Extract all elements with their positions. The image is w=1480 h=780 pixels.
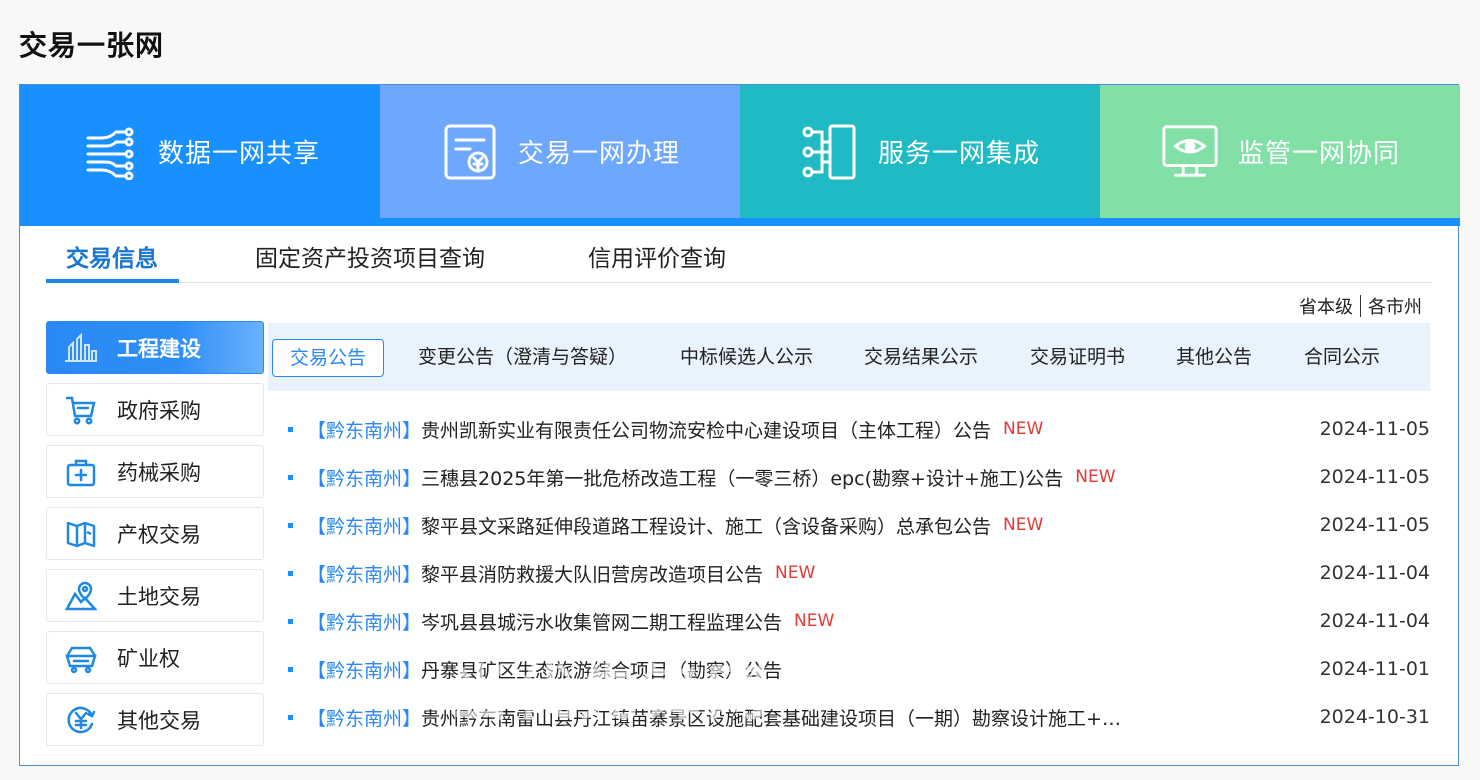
bullet-icon (288, 666, 293, 672)
banner-supervision[interactable]: 监管一网协同 (1100, 85, 1460, 218)
sidebar-item-mining[interactable]: 矿业权 (46, 631, 264, 684)
yuan-circle-icon (61, 700, 101, 740)
news-date: 2024-10-31 (1319, 706, 1430, 728)
main-tabs: 交易信息 固定资产投资项目查询 信用评价查询 (46, 227, 1432, 283)
page-title: 交易一张网 (19, 29, 165, 62)
sidebar-item-gov-procurement[interactable]: 政府采购 (46, 383, 264, 436)
sidebar-item-land[interactable]: 土地交易 (46, 569, 264, 622)
subtab-certificate[interactable]: 交易证明书 (1030, 339, 1125, 377)
subtab-candidate-notice[interactable]: 中标候选人公示 (680, 339, 813, 377)
new-badge: NEW (1003, 515, 1044, 535)
tab-trading-info[interactable]: 交易信息 (66, 239, 158, 273)
category-sidebar: 工程建设 政府采购 药械采购 产权交易 土地交易 矿业权 其他交易 (46, 321, 264, 755)
subtab-contract-notice[interactable]: 合同公示 (1304, 339, 1380, 377)
news-item[interactable]: 【黔东南州】 黎平县消防救援大队旧营房改造项目公告 NEW 2024-11-04 (280, 549, 1430, 597)
banner-label: 交易一网办理 (518, 139, 681, 169)
sidebar-item-property-rights[interactable]: 产权交易 (46, 507, 264, 560)
active-tab-indicator (46, 279, 179, 283)
transaction-doc-icon (440, 122, 500, 182)
property-book-icon (61, 514, 101, 554)
sidebar-label: 产权交易 (117, 522, 201, 547)
news-region: 【黔东南州】 (307, 563, 422, 586)
sidebar-label: 矿业权 (117, 646, 180, 671)
news-title[interactable]: 三穗县2025年第一批危桥改造工程（一零三桥）epc(勘察+设计+施工)公告 (421, 464, 1063, 491)
bullet-icon (288, 618, 293, 624)
news-date: 2024-11-04 (1319, 562, 1430, 584)
subtab-other-notice[interactable]: 其他公告 (1176, 339, 1252, 377)
news-region: 【黔东南州】 (307, 467, 422, 490)
news-item[interactable]: 【黔东南州】 黎平县文采路延伸段道路工程设计、施工（含设备采购）总承包公告 NE… (280, 501, 1430, 549)
tab-credit-query[interactable]: 信用评价查询 (588, 239, 726, 273)
news-date: 2024-11-04 (1319, 610, 1430, 632)
news-item[interactable]: 【黔东南州】 丹寨县矿区生态旅游综合项目（勘察）公告 2024-11-01 (280, 645, 1430, 693)
banner-transaction[interactable]: 交易一网办理 (380, 85, 740, 218)
new-badge: NEW (775, 563, 816, 583)
news-title[interactable]: 贵州凯新实业有限责任公司物流安检中心建设项目（主体工程）公告 (421, 416, 991, 443)
news-list: 【黔东南州】 贵州凯新实业有限责任公司物流安检中心建设项目（主体工程）公告 NE… (280, 405, 1430, 741)
sidebar-label: 工程建设 (117, 336, 201, 361)
level-cities-link[interactable]: 各市州 (1368, 293, 1422, 319)
sidebar-label: 其他交易 (117, 708, 201, 733)
medical-kit-icon (61, 452, 101, 492)
tab-fixed-asset-query[interactable]: 固定资产投资项目查询 (255, 239, 485, 273)
mining-cart-icon (61, 638, 101, 678)
trading-panel: 数据一网共享 交易一网办理 服务一网集成 监管一网协同 交易信息 固定资产投资项… (19, 84, 1460, 766)
news-region: 【黔东南州】 (307, 611, 422, 634)
level-divider (1360, 295, 1361, 317)
service-integration-icon (800, 122, 860, 182)
sidebar-item-other[interactable]: 其他交易 (46, 693, 264, 746)
news-region: 【黔东南州】 (307, 419, 422, 442)
news-region: 【黔东南州】 (307, 707, 422, 730)
news-region: 【黔东南州】 (307, 659, 422, 682)
banner-service[interactable]: 服务一网集成 (740, 85, 1100, 218)
banner-data-share[interactable]: 数据一网共享 (20, 85, 380, 218)
banner-divider (20, 218, 1460, 226)
data-share-icon (80, 122, 140, 182)
shopping-cart-icon (61, 390, 101, 430)
news-region: 【黔东南州】 (307, 515, 422, 538)
bullet-icon (288, 426, 293, 432)
monitor-eye-icon (1160, 122, 1220, 182)
banner-label: 服务一网集成 (878, 139, 1041, 169)
sidebar-label: 政府采购 (117, 398, 201, 423)
news-title[interactable]: 贵州黔东南雷山县丹江镇苗寨景区设施配套基础建设项目（一期）勘察设计施工+车… (421, 704, 1121, 731)
subtab-trading-notice[interactable]: 交易公告 (272, 339, 385, 377)
sidebar-item-construction[interactable]: 工程建设 (46, 321, 264, 374)
news-title[interactable]: 黎平县消防救援大队旧营房改造项目公告 (421, 560, 763, 587)
construction-icon (61, 328, 101, 368)
announcement-subtabs: 交易公告 变更公告（澄清与答疑） 中标候选人公示 交易结果公示 交易证明书 其他… (268, 323, 1430, 391)
news-item[interactable]: 【黔东南州】 贵州凯新实业有限责任公司物流安检中心建设项目（主体工程）公告 NE… (280, 405, 1430, 453)
news-title[interactable]: 黎平县文采路延伸段道路工程设计、施工（含设备采购）总承包公告 (421, 512, 991, 539)
level-switch: 省本级 各市州 (1299, 293, 1422, 319)
land-location-icon (61, 576, 101, 616)
news-title[interactable]: 岑巩县县城污水收集管网二期工程监理公告 (421, 608, 782, 635)
news-title[interactable]: 丹寨县矿区生态旅游综合项目（勘察）公告 (421, 656, 782, 683)
news-date: 2024-11-05 (1319, 418, 1430, 440)
new-badge: NEW (1003, 419, 1044, 439)
subtab-change-notice[interactable]: 变更公告（澄清与答疑） (418, 339, 627, 377)
news-date: 2024-11-05 (1319, 466, 1430, 488)
new-badge: NEW (1075, 467, 1116, 487)
news-date: 2024-11-01 (1319, 658, 1430, 680)
bullet-icon (288, 474, 293, 480)
bullet-icon (288, 522, 293, 528)
news-item[interactable]: 【黔东南州】 岑巩县县城污水收集管网二期工程监理公告 NEW 2024-11-0… (280, 597, 1430, 645)
news-item[interactable]: 【黔东南州】 三穗县2025年第一批危桥改造工程（一零三桥）epc(勘察+设计+… (280, 453, 1430, 501)
bullet-icon (288, 714, 293, 720)
bullet-icon (288, 570, 293, 576)
subtab-result-notice[interactable]: 交易结果公示 (864, 339, 978, 377)
news-item[interactable]: 【黔东南州】 贵州黔东南雷山县丹江镇苗寨景区设施配套基础建设项目（一期）勘察设计… (280, 693, 1430, 741)
level-provincial-link[interactable]: 省本级 (1299, 293, 1353, 319)
banner-label: 监管一网协同 (1238, 139, 1401, 169)
banner-row: 数据一网共享 交易一网办理 服务一网集成 监管一网协同 (20, 85, 1460, 218)
sidebar-item-medical-procurement[interactable]: 药械采购 (46, 445, 264, 498)
new-badge: NEW (794, 611, 835, 631)
news-date: 2024-11-05 (1319, 514, 1430, 536)
banner-label: 数据一网共享 (158, 139, 321, 169)
sidebar-label: 土地交易 (117, 584, 201, 609)
sidebar-label: 药械采购 (117, 460, 201, 485)
